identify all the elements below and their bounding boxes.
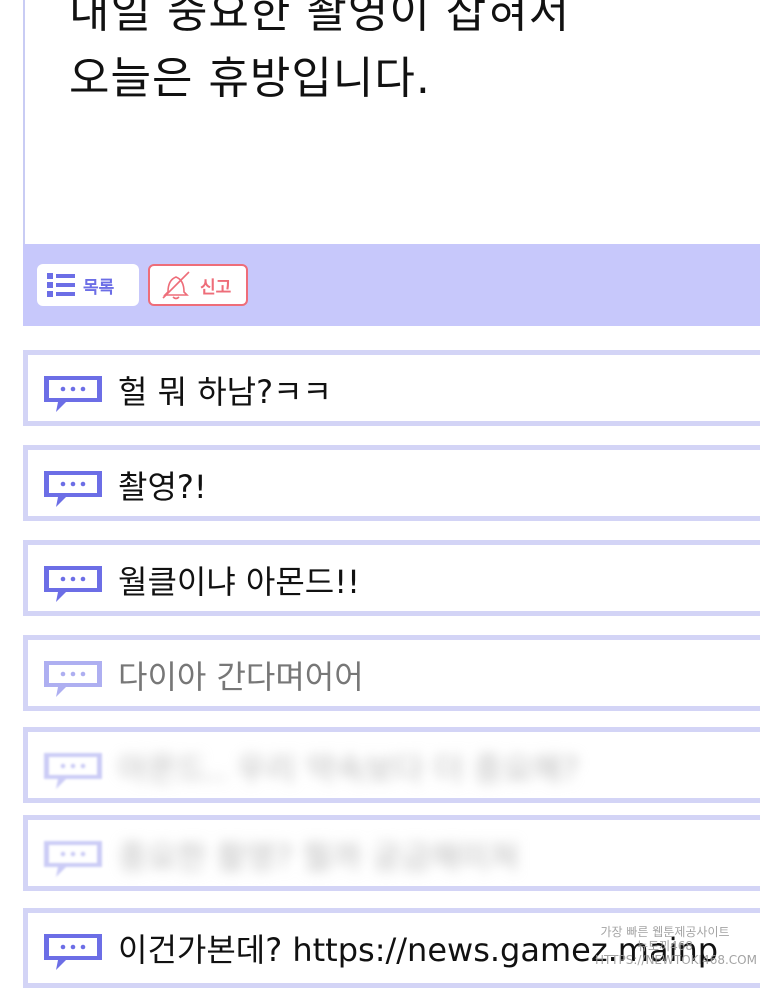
post-text-line-2: 오늘은 휴방입니다. — [69, 53, 431, 104]
comment-item: 중요한 촬영? 뭘까 궁금해미쳐 — [23, 815, 760, 891]
watermark-line-1: 가장 빠른 웹툰제공사이트 — [600, 925, 730, 939]
comment-item: 월클이냐 아몬드!! — [23, 540, 760, 616]
report-button-label: 신고 — [200, 277, 232, 298]
list-button-label: 목록 — [83, 277, 115, 298]
watermark-line-2: 뉴토끼468 — [636, 939, 694, 953]
site-watermark: 가장 빠른 웹툰제공사이트 뉴토끼468 HTTPS://NEWTOKI468.… — [595, 925, 757, 967]
comment-bubble-icon — [44, 566, 102, 602]
report-button[interactable]: 신고 — [148, 264, 248, 306]
comment-bubble-icon — [44, 753, 102, 789]
comment-text: 촬영?! — [118, 468, 207, 506]
comment-item: 아몬드.. 우리 약속보다 더 중요해? — [23, 727, 760, 803]
comment-item: 헐 뭐 하남?ㅋㅋ — [23, 350, 760, 426]
comment-bubble-icon — [44, 934, 102, 970]
comment-bubble-icon — [44, 841, 102, 877]
comment-text: 월클이냐 아몬드!! — [118, 563, 360, 601]
comment-text: 헐 뭐 하남?ㅋㅋ — [118, 373, 332, 411]
post-text-line-1: 내일 중요한 촬영이 잡혀서 — [69, 0, 571, 38]
list-icon — [47, 273, 75, 297]
comment-text: 아몬드.. 우리 약속보다 더 중요해? — [118, 750, 579, 788]
comment-text: 중요한 촬영? 뭘까 궁금해미쳐 — [118, 838, 519, 876]
list-button[interactable]: 목록 — [37, 264, 139, 306]
comment-item: 다이아 간다며어어 — [23, 635, 760, 711]
comment-bubble-icon — [44, 376, 102, 412]
comment-item: 촬영?! — [23, 445, 760, 521]
watermark-line-3: HTTPS://NEWTOKI468.COM — [595, 953, 757, 967]
bell-off-icon — [162, 271, 190, 300]
comment-bubble-icon — [44, 661, 102, 697]
post-toolbar: 목록 신고 — [23, 244, 760, 326]
comment-bubble-icon — [44, 471, 102, 507]
comment-text: 다이아 간다며어어 — [118, 658, 364, 696]
post-body: 내일 중요한 촬영이 잡혀서 오늘은 휴방입니다. — [23, 0, 760, 246]
